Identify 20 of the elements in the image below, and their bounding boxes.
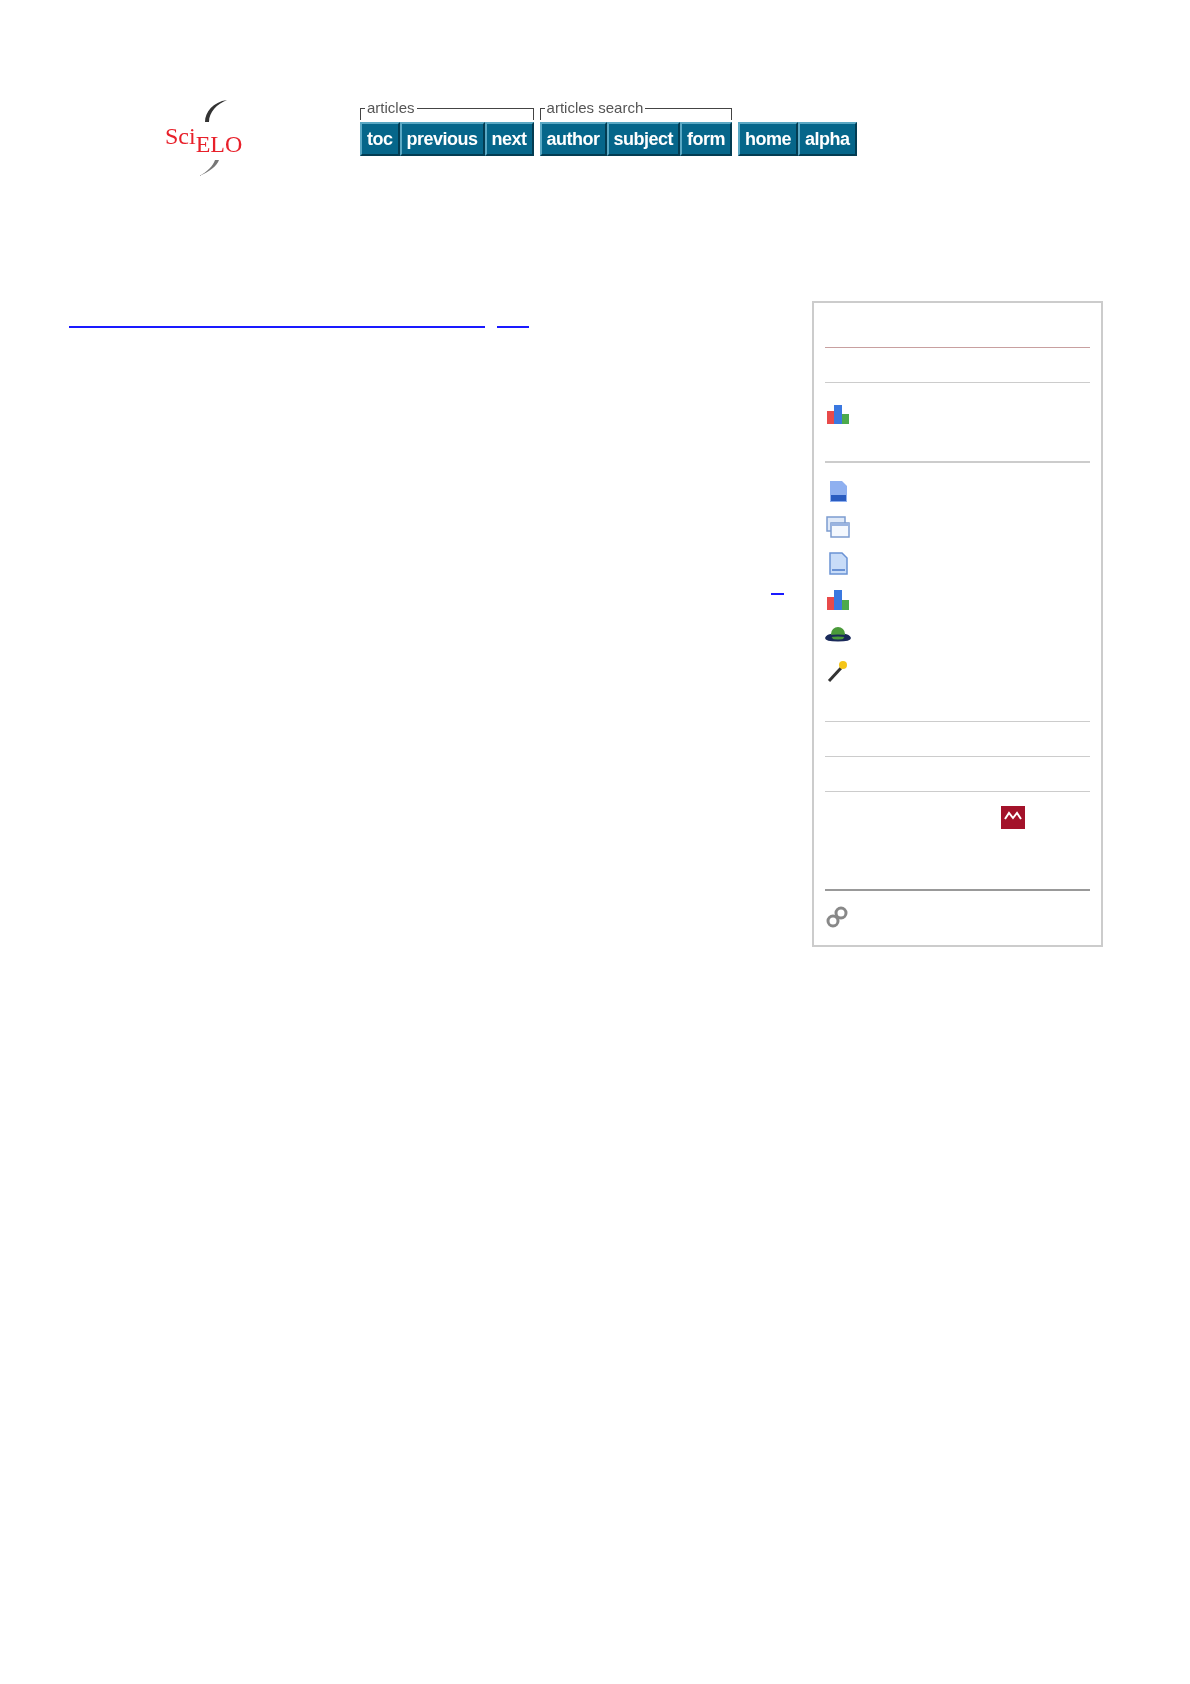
nav-button[interactable]: subject: [606, 122, 681, 156]
scielo-logo[interactable]: SciELO: [163, 96, 253, 178]
bar-chart-icon[interactable]: [825, 587, 851, 612]
nav-button[interactable]: previous: [399, 122, 485, 156]
bar-chart-icon[interactable]: [825, 403, 851, 425]
bracket-line: [360, 108, 365, 120]
nav-button[interactable]: author: [539, 122, 607, 156]
bracket-line: [539, 108, 545, 120]
nav-button[interactable]: home: [738, 122, 799, 156]
logo-text: Sci: [165, 124, 196, 148]
windows-icon[interactable]: [825, 515, 851, 540]
nav-button[interactable]: alpha: [798, 122, 857, 156]
nav-button[interactable]: form: [680, 122, 733, 156]
nav-button[interactable]: toc: [360, 122, 400, 156]
mendeley-icon[interactable]: [1001, 806, 1025, 829]
logo-text: ELO: [195, 132, 243, 156]
group-label: articles search: [545, 98, 645, 118]
group-label: articles: [366, 98, 416, 118]
nav-button[interactable]: next: [484, 122, 534, 156]
chain-link-icon[interactable]: [825, 905, 849, 929]
